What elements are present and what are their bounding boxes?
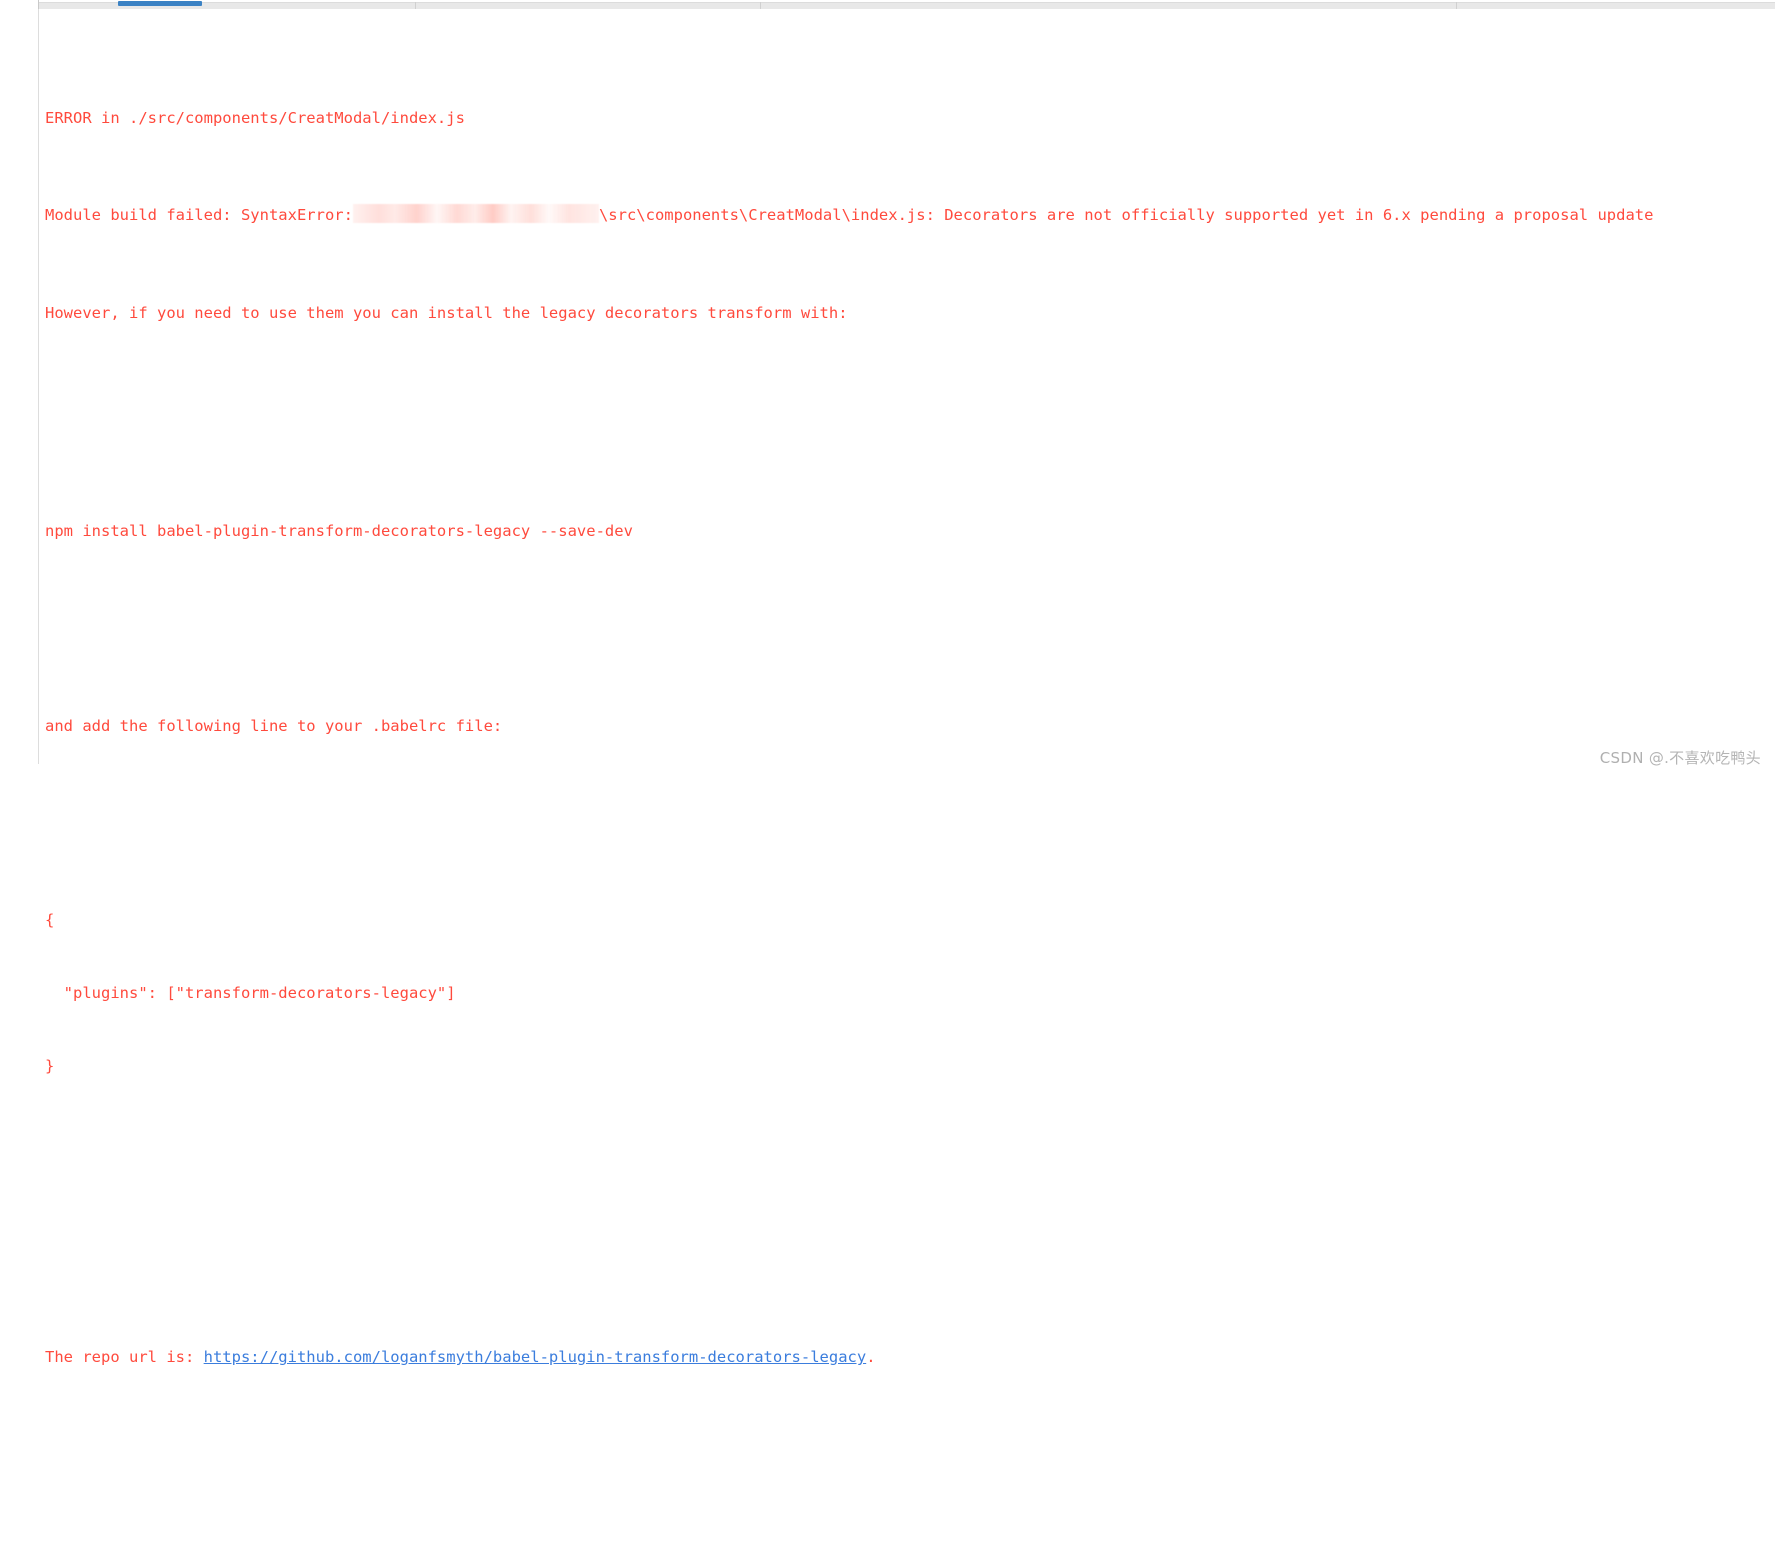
npm-install-command: npm install babel-plugin-transform-decor…	[45, 522, 633, 541]
watermark-brand: CSDN	[1599, 749, 1644, 767]
however-text: However, if you need to use them you can…	[45, 303, 848, 322]
active-tab-indicator[interactable]	[118, 1, 202, 6]
repo-url-line: The repo url is: https://github.com/loga…	[0, 1345, 1775, 1369]
error-line-however: However, if you need to use them you can…	[0, 301, 1775, 325]
watermark: CSDN @.不喜欢吃鸭头	[1600, 747, 1761, 768]
redacted-path-block	[352, 204, 599, 224]
module-build-failed-suffix: \src\components\CreatModal\index.js: Dec…	[598, 206, 1654, 225]
error-title-text: ERROR in ./src/components/CreatModal/ind…	[45, 109, 465, 128]
repo-url-period: .	[866, 1348, 876, 1367]
babelrc-open-brace: {	[45, 910, 55, 929]
repo-url-label: The repo url is:	[45, 1348, 204, 1367]
babelrc-note-line: and add the following line to your .babe…	[0, 714, 1775, 738]
babelrc-close-brace: }	[45, 1056, 55, 1075]
tab-strip	[0, 0, 1775, 9]
tab-strip-left-edge	[38, 0, 39, 9]
babelrc-plugins-entry: "plugins": ["transform-decorators-legacy…	[45, 983, 456, 1002]
tab-separator	[1456, 2, 1457, 9]
babelrc-body-line: "plugins": ["transform-decorators-legacy…	[0, 981, 1775, 1005]
babelrc-note-text: and add the following line to your .babe…	[45, 716, 503, 735]
module-build-failed-prefix: Module build failed: SyntaxError:	[45, 206, 353, 225]
error-line-title: ERROR in ./src/components/CreatModal/ind…	[0, 106, 1775, 130]
tab-strip-background	[38, 2, 1775, 9]
babelrc-close-line: }	[0, 1054, 1775, 1078]
npm-install-line: npm install babel-plugin-transform-decor…	[0, 519, 1775, 543]
tab-separator	[415, 2, 416, 9]
tab-separator	[760, 2, 761, 9]
console-output[interactable]: ERROR in ./src/components/CreatModal/ind…	[0, 9, 1775, 1366]
babelrc-open-line: {	[0, 908, 1775, 932]
watermark-author: @.不喜欢吃鸭头	[1643, 749, 1761, 767]
repo-url-link[interactable]: https://github.com/loganfsmyth/babel-plu…	[204, 1348, 867, 1366]
error-line-module-build-failed: Module build failed: SyntaxError: \src\co…	[0, 203, 1775, 227]
